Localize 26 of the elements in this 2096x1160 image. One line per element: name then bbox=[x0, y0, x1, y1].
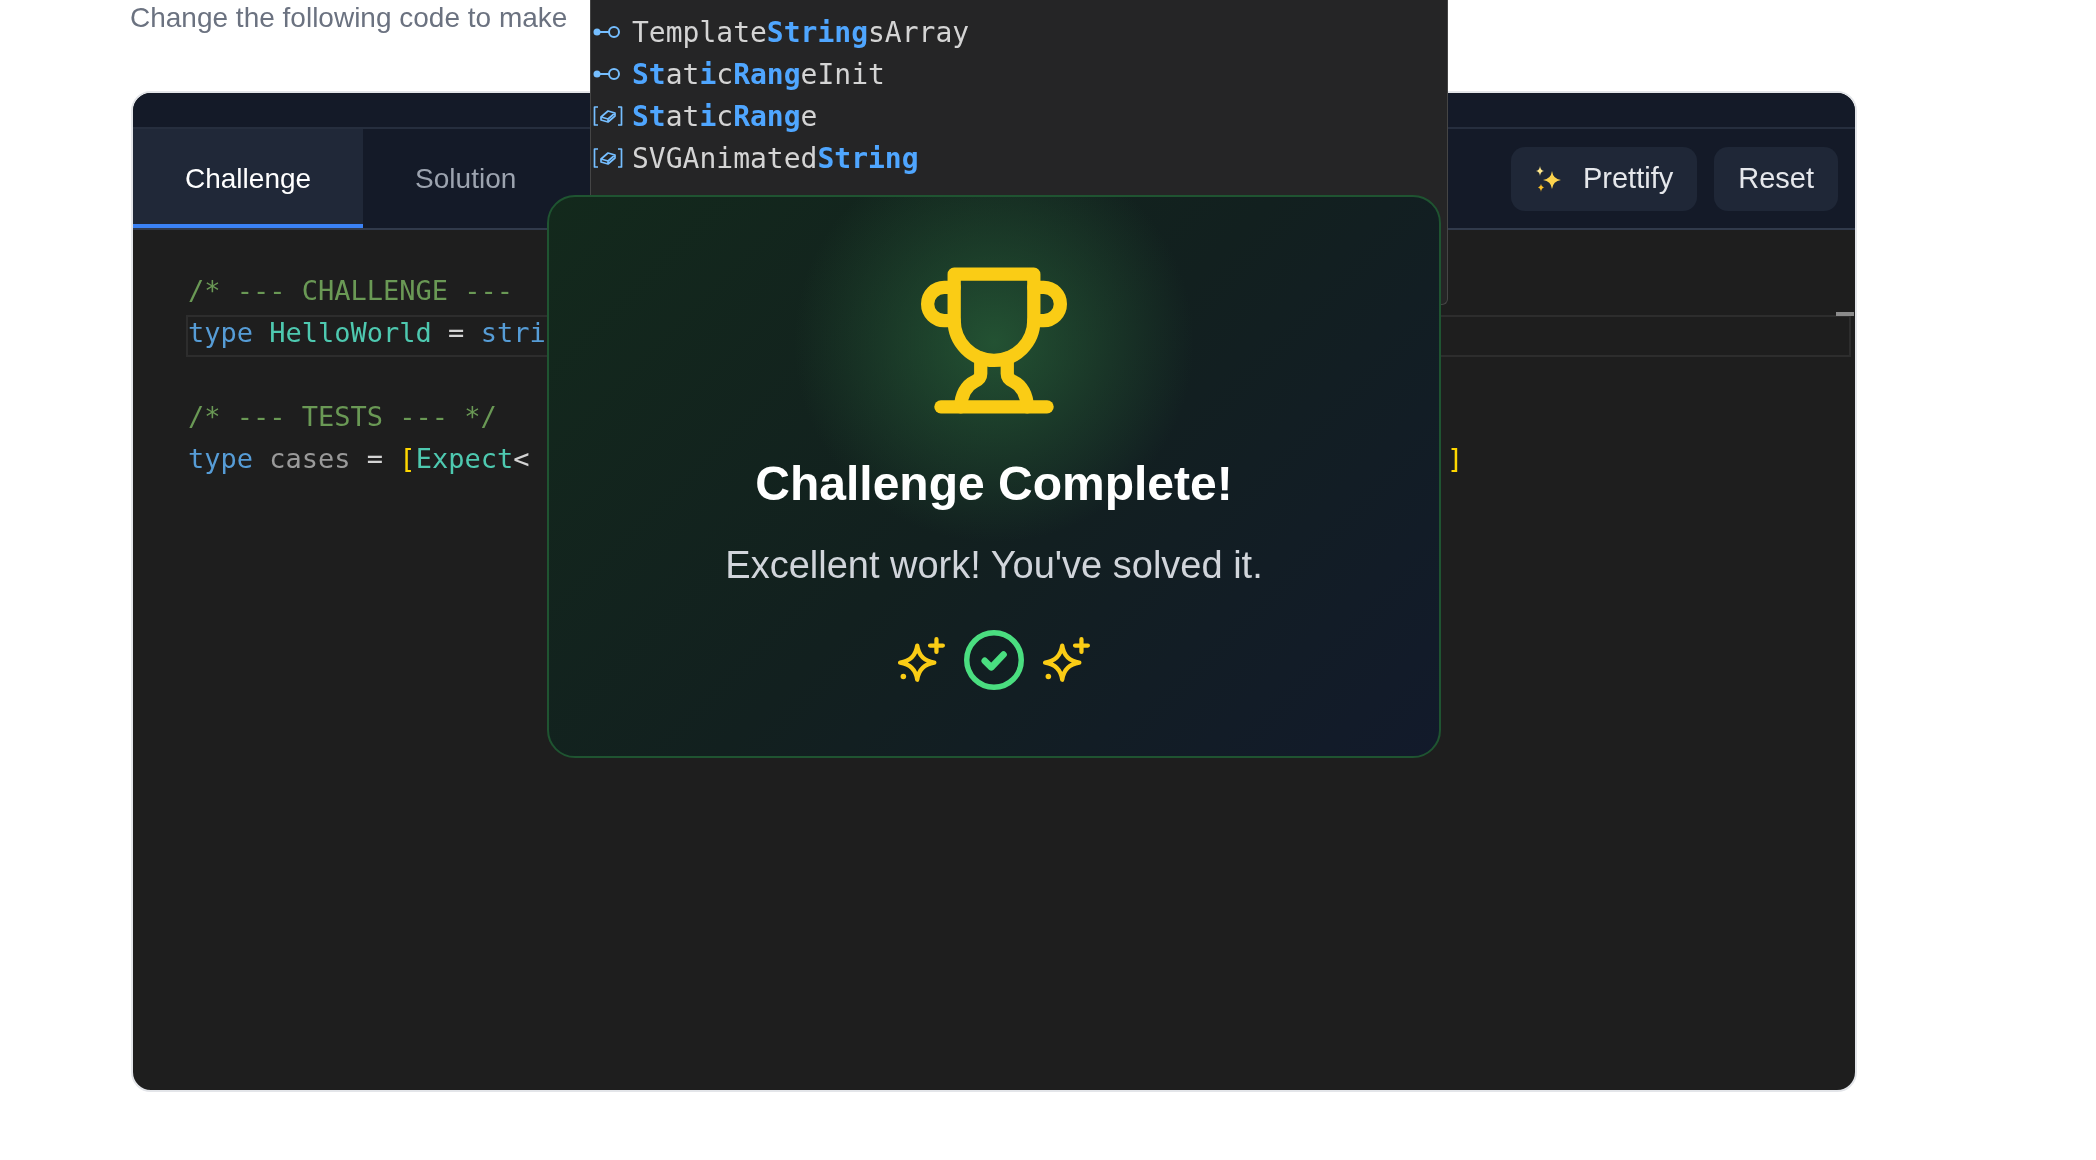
toolbar-button[interactable]: Prettify bbox=[1511, 146, 1698, 211]
code-line: type HelloWorld = stri bbox=[188, 317, 546, 348]
cube-bracket-icon bbox=[593, 148, 623, 168]
connector-icon bbox=[593, 67, 621, 81]
suggestion-item[interactable]: StaticRangeInit bbox=[591, 53, 1447, 95]
sparkles-icon bbox=[1535, 165, 1561, 192]
cube-bracket-icon bbox=[593, 106, 623, 126]
editor-tab[interactable]: Challenge bbox=[133, 129, 364, 228]
suggestion-item[interactable]: SVGAnimatedString bbox=[591, 137, 1447, 179]
connector-icon bbox=[593, 25, 621, 39]
dialog-message: Excellent work! You've solved it. bbox=[725, 543, 1263, 588]
code-line: /* --- CHALLENGE --- bbox=[188, 275, 514, 306]
dialog-title: Challenge Complete! bbox=[755, 456, 1233, 512]
sparkles-icon bbox=[898, 636, 945, 684]
suggestion-item[interactable]: StaticRange bbox=[591, 95, 1447, 137]
check-circle-icon bbox=[964, 630, 1024, 690]
suggestion-item[interactable]: TemplateStringsArray bbox=[591, 11, 1447, 53]
code-line: type cases = [Expect< bbox=[188, 443, 530, 476]
instruction-text: Change the following code to make bbox=[130, 2, 568, 33]
trophy-icon bbox=[921, 267, 1067, 414]
code-fragment: ] bbox=[1447, 443, 1464, 476]
toolbar-button[interactable]: Reset bbox=[1714, 146, 1838, 211]
code-line: /* --- TESTS --- */ bbox=[188, 401, 497, 432]
sparkles-icon bbox=[1043, 636, 1090, 684]
scrollbar-marker bbox=[1836, 312, 1854, 316]
editor-tab[interactable]: Solution bbox=[363, 129, 569, 228]
